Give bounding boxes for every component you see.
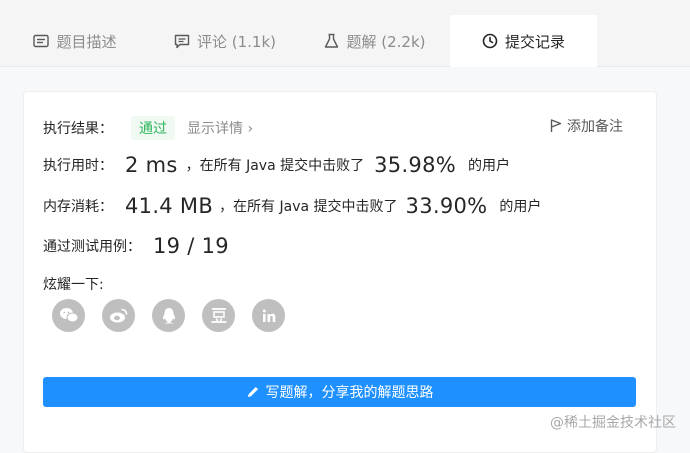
douban-icon	[211, 308, 226, 323]
tab-solutions[interactable]: 题解 (2.2k)	[300, 16, 450, 66]
memory-percent: 33.90%	[405, 194, 488, 218]
share-douban-button[interactable]	[202, 299, 235, 332]
runtime-label: 执行用时：	[43, 158, 113, 174]
runtime-value: 2 ms	[125, 153, 178, 177]
wechat-icon	[59, 308, 78, 323]
share-label: 炫耀一下:	[43, 277, 104, 293]
runtime-beats-text: ，在所有 Java 提交中击败了	[185, 158, 365, 174]
tab-label: 题目描述	[56, 32, 117, 51]
linkedin-icon	[262, 309, 275, 322]
watermark: @稀土掘金技术社区	[550, 415, 676, 431]
submission-result-panel: 执行结果： 通过 显示详情 › 添加备注 执行用时： 2 ms ，在所有 Jav…	[23, 91, 657, 453]
tab-label: 提交记录	[504, 32, 565, 51]
tests-row: 通过测试用例： 19 / 19	[43, 234, 229, 258]
qq-icon	[162, 307, 175, 323]
weibo-icon	[109, 308, 127, 323]
description-icon	[33, 34, 50, 48]
comment-icon	[174, 34, 190, 48]
tab-submissions[interactable]: 提交记录	[450, 15, 597, 67]
memory-beats-text: ，在所有 Java 提交中击败了	[219, 199, 398, 215]
write-solution-label: 写题解，分享我的解题思路	[265, 385, 434, 401]
result-label: 执行结果：	[43, 121, 113, 137]
pencil-icon	[247, 387, 258, 397]
status-badge: 通过	[131, 116, 175, 140]
share-wechat-button[interactable]	[52, 299, 85, 332]
show-details-link[interactable]: 显示详情 ›	[187, 118, 253, 138]
share-row: 炫耀一下:	[43, 274, 104, 294]
flag-icon	[550, 119, 562, 132]
runtime-row: 执行用时： 2 ms ，在所有 Java 提交中击败了 35.98% 的用户	[43, 153, 510, 177]
tab-description[interactable]: 题目描述	[0, 16, 150, 66]
memory-suffix: 的用户	[499, 199, 542, 215]
add-note-label: 添加备注	[567, 119, 623, 135]
memory-value: 41.4 MB	[125, 194, 214, 218]
clock-icon	[482, 33, 498, 49]
tab-label: 题解 (2.2k)	[346, 32, 426, 51]
share-linkedin-button[interactable]	[252, 299, 285, 332]
tests-label: 通过测试用例：	[43, 239, 141, 255]
tab-comments[interactable]: 评论 (1.1k)	[150, 16, 300, 66]
memory-row: 内存消耗： 41.4 MB ，在所有 Java 提交中击败了 33.90% 的用…	[43, 194, 541, 218]
tab-bar: 题目描述 评论 (1.1k) 题解 (2.2k) 提交记录	[0, 0, 690, 67]
runtime-suffix: 的用户	[468, 158, 510, 174]
flask-icon	[325, 33, 339, 48]
share-qq-button[interactable]	[152, 299, 185, 332]
add-note-button[interactable]: 添加备注	[550, 116, 623, 136]
tests-value: 19 / 19	[153, 234, 229, 258]
memory-label: 内存消耗：	[43, 199, 113, 215]
write-solution-button[interactable]: 写题解，分享我的解题思路	[43, 377, 636, 407]
share-weibo-button[interactable]	[102, 299, 135, 332]
runtime-percent: 35.98%	[374, 153, 456, 177]
result-row: 执行结果： 通过 显示详情 ›	[43, 116, 253, 140]
tab-label: 评论 (1.1k)	[196, 32, 276, 51]
